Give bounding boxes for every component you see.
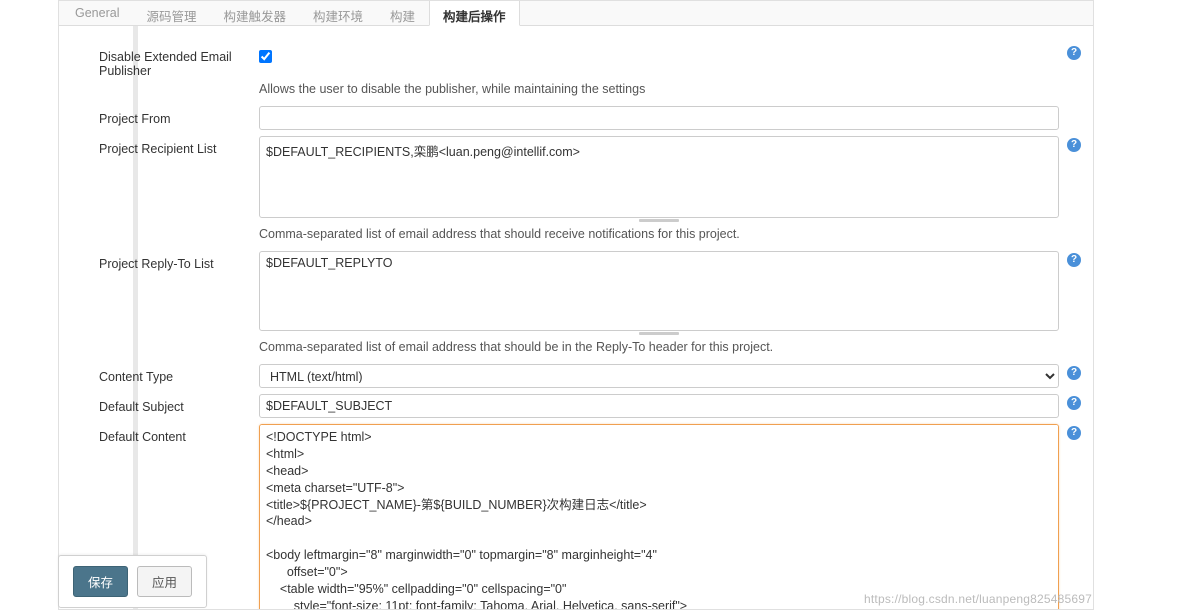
disable-publisher-checkbox[interactable] (259, 50, 272, 63)
project-from-input[interactable] (259, 106, 1059, 130)
recipient-list-label: Project Recipient List (59, 136, 259, 156)
replyto-list-label: Project Reply-To List (59, 251, 259, 271)
help-icon[interactable] (1067, 426, 1081, 440)
replyto-list-textarea[interactable]: $DEFAULT_REPLYTO (259, 251, 1059, 331)
content-type-select[interactable]: HTML (text/html) (259, 364, 1059, 388)
config-panel: General 源码管理 构建触发器 构建环境 构建 构建后操作 Disable… (58, 0, 1094, 610)
help-icon[interactable] (1067, 253, 1081, 267)
recipient-list-hint: Comma-separated list of email address th… (259, 227, 1059, 241)
resize-handle-icon[interactable] (639, 332, 679, 335)
tab-build-env[interactable]: 构建环境 (300, 1, 377, 25)
project-from-label: Project From (59, 106, 259, 126)
disable-publisher-hint: Allows the user to disable the publisher… (259, 82, 1059, 96)
tab-post-build[interactable]: 构建后操作 (429, 1, 520, 26)
default-content-textarea[interactable]: <!DOCTYPE html> <html> <head> <meta char… (259, 424, 1059, 609)
form-area: Disable Extended Email Publisher Allows … (59, 26, 1093, 609)
tab-bar: General 源码管理 构建触发器 构建环境 构建 构建后操作 (59, 1, 1093, 26)
content-type-label: Content Type (59, 364, 259, 384)
watermark-text: https://blog.csdn.net/luanpeng825485697 (864, 592, 1092, 606)
recipient-list-textarea[interactable]: $DEFAULT_RECIPIENTS,栾鹏<luan.peng@intelli… (259, 136, 1059, 218)
default-subject-label: Default Subject (59, 394, 259, 414)
help-icon[interactable] (1067, 138, 1081, 152)
help-icon[interactable] (1067, 46, 1081, 60)
tab-triggers[interactable]: 构建触发器 (211, 1, 301, 25)
disable-publisher-label: Disable Extended Email Publisher (59, 44, 259, 78)
replyto-list-hint: Comma-separated list of email address th… (259, 340, 1059, 354)
tab-scm[interactable]: 源码管理 (133, 1, 210, 25)
apply-button[interactable]: 应用 (137, 566, 192, 597)
default-content-label: Default Content (59, 424, 259, 444)
tab-general[interactable]: General (59, 1, 133, 25)
tab-build[interactable]: 构建 (377, 1, 429, 25)
save-button[interactable]: 保存 (73, 566, 128, 597)
resize-handle-icon[interactable] (639, 219, 679, 222)
help-icon[interactable] (1067, 366, 1081, 380)
button-bar: 保存 应用 (58, 555, 207, 608)
help-icon[interactable] (1067, 396, 1081, 410)
default-subject-input[interactable] (259, 394, 1059, 418)
